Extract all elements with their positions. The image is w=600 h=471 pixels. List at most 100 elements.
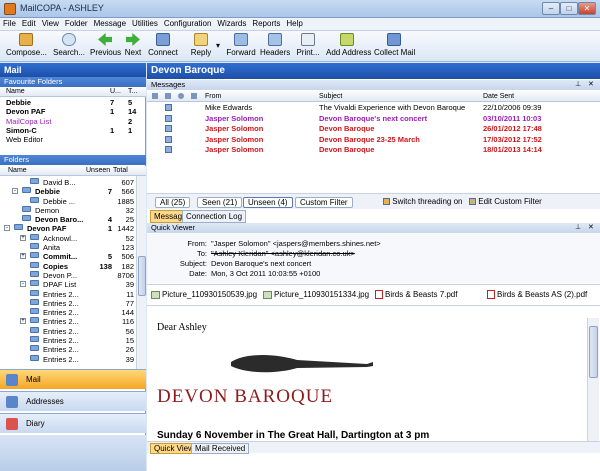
message-row[interactable]: Jasper Solomon Devon Baroque 18/01/2013 14… <box>147 145 600 156</box>
expander-plus-icon[interactable]: + <box>20 253 26 260</box>
filter-seen[interactable]: Seen (21) <box>197 197 243 208</box>
folder-item[interactable]: - Devon PAF 1 1442 <box>0 224 136 233</box>
message-row[interactable]: Jasper Solomon Devon Baroque's next conce… <box>147 114 600 125</box>
folder-unseen: 7 <box>107 187 112 197</box>
expander-minus-icon[interactable]: - <box>4 225 10 232</box>
folder-item[interactable]: Entries 2... 39 <box>0 354 136 364</box>
expander-minus-icon[interactable]: - <box>12 188 18 195</box>
menu-reports[interactable]: Reports <box>249 18 283 28</box>
folder-item[interactable]: Demon 32 <box>0 205 136 215</box>
folder-item[interactable]: + Entries 2... 116 <box>0 317 136 326</box>
col-from[interactable]: From <box>205 93 221 100</box>
filter-unseen[interactable]: Unseen (4) <box>243 197 293 208</box>
menu-view[interactable]: View <box>39 18 62 28</box>
close-icon[interactable]: ✕ <box>588 80 594 88</box>
expander-plus-icon[interactable]: + <box>20 318 26 325</box>
pin-icon[interactable]: ⊥ <box>575 223 581 231</box>
print-button[interactable]: Print... <box>296 33 320 61</box>
minimize-button[interactable]: – <box>542 2 560 15</box>
folder-item[interactable]: Entries 2... 11 <box>0 289 136 299</box>
filter-all[interactable]: All (25) <box>155 197 191 208</box>
col-name[interactable]: Name <box>6 88 25 95</box>
folder-item[interactable]: Devon Baro... 4 25 <box>0 215 136 224</box>
col-total[interactable]: Total <box>113 167 128 174</box>
message-row[interactable]: Mike Edwards The Vivaldi Experience with … <box>147 103 600 114</box>
close-icon[interactable]: ✕ <box>588 223 594 231</box>
folder-item[interactable]: + Commit... 5 506 <box>0 252 136 261</box>
switch-threading-button[interactable]: Switch threading on <box>383 197 463 206</box>
attachment-item[interactable]: Picture_110930151334.jpg <box>263 290 369 299</box>
col-name[interactable]: Name <box>8 167 27 174</box>
message-row[interactable]: Jasper Solomon Devon Baroque 23-25 March 1… <box>147 135 600 146</box>
menu-wizards[interactable]: Wizards <box>214 18 249 28</box>
menu-folder[interactable]: Folder <box>62 18 91 28</box>
tab-connection-log[interactable]: Connection Log <box>182 210 247 223</box>
collect-mail-button[interactable]: Collect Mail <box>374 33 415 61</box>
next-button[interactable]: Next <box>122 33 144 61</box>
folder-item[interactable]: Debbie ... 1885 <box>0 196 136 206</box>
nav-mail[interactable]: Mail <box>0 369 146 389</box>
attachment-item[interactable]: Birds & Beasts AS (2).pdf <box>487 290 587 300</box>
nav-diary[interactable]: Diary <box>0 413 146 433</box>
col-total[interactable]: T... <box>128 88 137 95</box>
pin-icon[interactable]: ⊥ <box>575 80 581 88</box>
folder-item[interactable]: Entries 2... 56 <box>0 326 136 336</box>
col-subject[interactable]: Subject <box>319 93 342 100</box>
scroll-thumb[interactable] <box>589 326 598 378</box>
favourite-folder-item[interactable]: MailCopa List 2 <box>0 117 146 126</box>
filter-custom[interactable]: Custom Filter <box>295 197 353 208</box>
col-unseen[interactable]: Unseen <box>86 167 110 174</box>
envelope-icon <box>165 146 172 153</box>
favourite-folder-item[interactable]: Devon PAF 1 14 <box>0 107 146 116</box>
favourite-folder-item[interactable]: Debbie 7 5 <box>0 98 146 107</box>
menu-edit[interactable]: Edit <box>19 18 39 28</box>
flag-col-icon[interactable] <box>152 93 158 99</box>
folder-item[interactable]: Entries 2... 77 <box>0 298 136 308</box>
folder-item[interactable]: Anita 123 <box>0 243 136 252</box>
menu-message[interactable]: Message <box>91 18 129 28</box>
headers-button[interactable]: Headers <box>260 33 290 61</box>
add-address-button[interactable]: Add Address <box>326 33 371 61</box>
body-scrollbar[interactable] <box>587 318 599 448</box>
close-button[interactable]: ✕ <box>578 2 596 15</box>
folder-item[interactable]: - DPAF List 39 <box>0 280 136 289</box>
priority-col-icon[interactable] <box>191 93 197 99</box>
menu-utilities[interactable]: Utilities <box>129 18 161 28</box>
forward-button[interactable]: Forward <box>226 33 256 61</box>
attachment-col-icon[interactable] <box>165 93 171 99</box>
favourite-folder-item[interactable]: Simon-C 1 1 <box>0 126 146 135</box>
menu-file[interactable]: File <box>0 18 19 28</box>
folder-scrollbar[interactable] <box>136 176 146 369</box>
scroll-thumb[interactable] <box>138 256 146 296</box>
attachment-item[interactable]: Picture_110930150539.jpg <box>151 290 257 299</box>
compose-button[interactable]: Compose... <box>6 33 47 61</box>
expander-minus-icon[interactable]: - <box>20 281 26 288</box>
folder-item[interactable]: David B... 607 <box>0 178 136 187</box>
folder-item[interactable]: Entries 2... 144 <box>0 308 136 317</box>
menu-configuration[interactable]: Configuration <box>161 18 215 28</box>
connect-button[interactable]: Connect <box>148 33 178 61</box>
status-col-icon[interactable] <box>178 93 184 99</box>
folder-total: 11 <box>126 289 134 299</box>
folder-name: Debbie ... <box>43 196 76 206</box>
folder-item[interactable]: - Debbie 7 566 <box>0 187 136 196</box>
favourite-folder-item[interactable]: Web Editor <box>0 135 146 144</box>
previous-button[interactable]: Previous <box>90 33 121 61</box>
message-row[interactable]: Jasper Solomon Devon Baroque 26/01/2012 17… <box>147 124 600 135</box>
folder-item[interactable]: Devon P... 8706 <box>0 270 136 280</box>
expander-plus-icon[interactable]: + <box>20 234 26 241</box>
col-date[interactable]: Date Sent <box>483 93 514 100</box>
col-unseen[interactable]: U... <box>110 88 121 95</box>
edit-custom-filter-button[interactable]: Edit Custom Filter <box>469 197 542 206</box>
menu-help[interactable]: Help <box>283 18 305 28</box>
folder-item[interactable]: Entries 2... 15 <box>0 336 136 345</box>
folder-item[interactable]: Entries 2... 26 <box>0 345 136 354</box>
reply-button[interactable]: Reply <box>188 33 214 61</box>
folder-item[interactable]: + Acknowl... 52 <box>0 233 136 243</box>
maximize-button[interactable]: □ <box>560 2 578 15</box>
folder-item[interactable]: Copies 138 182 <box>0 261 136 271</box>
attachment-item[interactable]: Birds & Beasts 7.pdf <box>375 290 457 300</box>
tab-mail-received[interactable]: Mail Received <box>191 443 250 454</box>
nav-addresses[interactable]: Addresses <box>0 391 146 411</box>
search-button[interactable]: Search... <box>52 33 86 61</box>
